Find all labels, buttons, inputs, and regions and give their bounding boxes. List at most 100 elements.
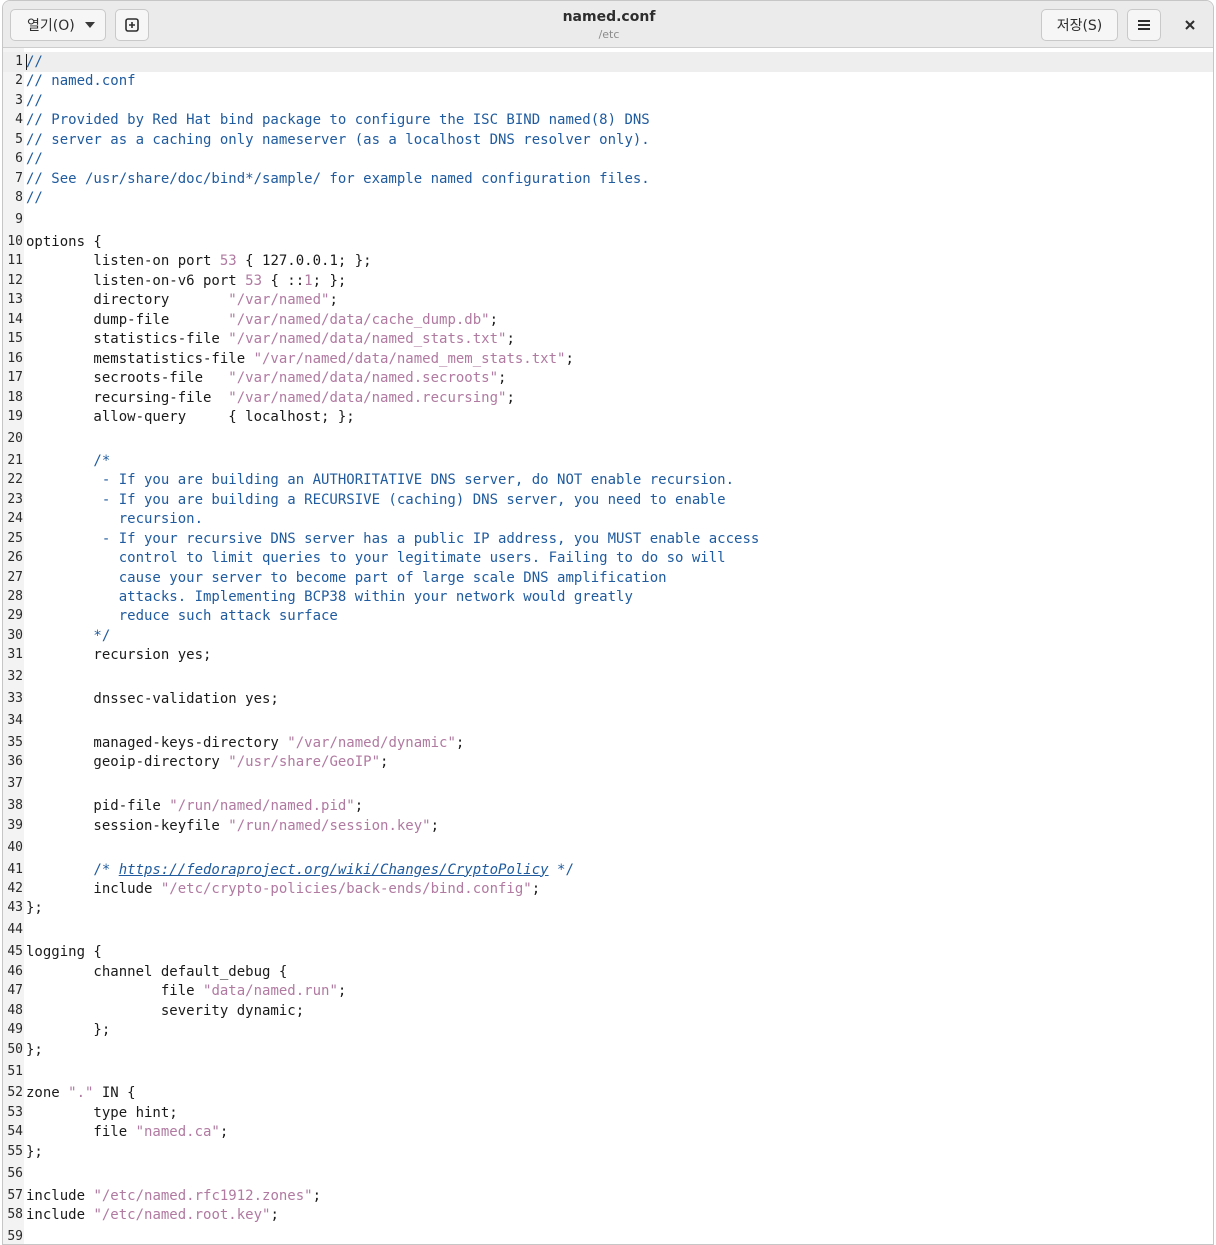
- code-text: attacks. Implementing BCP38 within your …: [26, 588, 633, 606]
- code-token: "/var/named": [228, 292, 330, 309]
- line-number: 10: [7, 233, 23, 249]
- code-text: };: [26, 1021, 110, 1039]
- code-text: directory "/var/named";: [26, 291, 337, 309]
- line-number: 49: [7, 1022, 23, 1038]
- code-token: };: [26, 1143, 43, 1160]
- code-text: - If you are building a RECURSIVE (cachi…: [26, 491, 726, 509]
- code-text: channel default_debug {: [26, 963, 287, 981]
- code-token: dnssec-validation yes;: [26, 691, 279, 708]
- code-text: dump-file "/var/named/data/cache_dump.db…: [26, 311, 498, 329]
- line-number: 7: [15, 170, 23, 186]
- line-number: 3: [15, 92, 23, 108]
- line-number: 35: [7, 734, 23, 750]
- code-text: - If you are building an AUTHORITATIVE D…: [26, 471, 734, 489]
- code-token: ;: [312, 1187, 322, 1204]
- line-number: 52: [7, 1085, 23, 1101]
- code-token: "/var/named/data/cache_dump.db": [228, 311, 490, 328]
- line-number: 31: [7, 647, 23, 663]
- line-number: 8: [15, 190, 23, 206]
- code-token: ".": [68, 1085, 94, 1102]
- code-token: };: [26, 900, 43, 917]
- save-button[interactable]: 저장(S): [1041, 9, 1118, 41]
- line-number: 22: [7, 472, 23, 488]
- code-text: include "/etc/crypto-policies/back-ends/…: [26, 880, 540, 898]
- code-token: "/run/named/session.key": [228, 817, 431, 834]
- line-number: 54: [7, 1124, 23, 1140]
- code-token: ;: [455, 734, 465, 751]
- code-text: /* https://fedoraproject.org/wiki/Change…: [26, 861, 573, 879]
- code-text: logging {: [26, 943, 102, 961]
- code-token: listen-on port: [26, 253, 220, 270]
- line-number: 39: [7, 817, 23, 833]
- code-token: attacks. Implementing BCP38 within your …: [26, 588, 633, 605]
- url-link[interactable]: https://fedoraproject.org/wiki/Changes/C…: [119, 862, 549, 878]
- code-token: "/var/named/data/named_stats.txt": [228, 331, 507, 348]
- code-text: };: [26, 1041, 43, 1059]
- line-number: 19: [7, 408, 23, 424]
- code-token: ;: [219, 1124, 229, 1141]
- code-token: "/run/named/named.pid": [169, 798, 355, 815]
- code-text: include "/etc/named.rfc1912.zones";: [26, 1187, 321, 1205]
- line-number: 14: [7, 311, 23, 327]
- code-token: 53: [219, 253, 237, 270]
- header-bar: 열기(O) named.conf /etc 저장(S): [3, 1, 1213, 48]
- line-number: 47: [7, 983, 23, 999]
- code-text: file "data/named.run";: [26, 982, 346, 1000]
- code-token: pid-file: [26, 798, 170, 815]
- code-token: "/var/named/dynamic": [287, 734, 456, 751]
- code-text: control to limit queries to your legitim…: [26, 549, 726, 567]
- line-number: 57: [7, 1187, 23, 1203]
- code-token: */: [26, 627, 111, 644]
- hamburger-menu-icon: [1138, 20, 1150, 30]
- code-token: ;: [565, 350, 574, 367]
- code-text: secroots-file "/var/named/data/named.sec…: [26, 369, 506, 387]
- code-token: "/etc/crypto-policies/back-ends/bind.con…: [160, 881, 532, 898]
- code-token: - If your recursive DNS server has a pub…: [26, 530, 760, 547]
- code-token: };: [26, 1041, 43, 1058]
- code-text: session-keyfile "/run/named/session.key"…: [26, 817, 439, 835]
- code-token: "/var/named/data/named_mem_stats.txt": [253, 350, 566, 367]
- code-text: memstatistics-file "/var/named/data/name…: [26, 350, 574, 368]
- code-token: ;: [489, 311, 499, 328]
- main-menu-button[interactable]: [1127, 9, 1161, 41]
- close-button[interactable]: [1173, 9, 1207, 41]
- text-editor[interactable]: 1//2// named.conf 3//4// Provided by Red …: [3, 48, 1213, 1244]
- code-text: - If your recursive DNS server has a pub…: [26, 530, 759, 548]
- line-number: 17: [7, 370, 23, 386]
- code-text: reduce such attack surface: [26, 607, 338, 625]
- code-token: { ::: [262, 272, 305, 289]
- code-text: zone "." IN {: [26, 1084, 136, 1102]
- code-text: /*: [26, 452, 110, 470]
- line-number: 13: [7, 292, 23, 308]
- code-token: file: [26, 1124, 136, 1141]
- code-text: listen-on port 53 { 127.0.0.1; };: [26, 252, 372, 270]
- code-text: options {: [26, 233, 102, 251]
- code-token: { 127.0.0.1; };: [236, 253, 372, 270]
- line-number: 23: [7, 491, 23, 507]
- line-number: 25: [7, 530, 23, 546]
- code-text: //: [26, 150, 43, 168]
- code-token: listen-on-v6 port: [26, 272, 246, 289]
- code-token: allow-query { localhost; };: [26, 408, 355, 425]
- line-number: 28: [7, 588, 23, 604]
- line-number: 42: [7, 881, 23, 897]
- code-token: };: [26, 1022, 111, 1039]
- line-number: 24: [7, 511, 23, 527]
- code-token: "data/named.run": [203, 983, 338, 1000]
- line-number: 41: [7, 861, 23, 877]
- line-number: 44: [7, 922, 23, 938]
- line-number: 30: [7, 627, 23, 643]
- code-token: ;: [337, 983, 347, 1000]
- code-token: ;: [430, 817, 440, 834]
- line-number: 43: [7, 900, 23, 916]
- line-number: 55: [7, 1143, 23, 1159]
- line-number: 50: [7, 1041, 23, 1057]
- code-token: //: [26, 190, 43, 207]
- title-block: named.conf /etc: [3, 8, 1213, 42]
- code-token: recursion yes;: [26, 647, 212, 664]
- code-text: // server as a caching only nameserver (…: [26, 131, 650, 149]
- code-token: - If you are building an AUTHORITATIVE D…: [26, 472, 735, 489]
- line-number: 1: [15, 54, 23, 69]
- code-text: };: [26, 899, 43, 917]
- code-text: pid-file "/run/named/named.pid";: [26, 797, 363, 815]
